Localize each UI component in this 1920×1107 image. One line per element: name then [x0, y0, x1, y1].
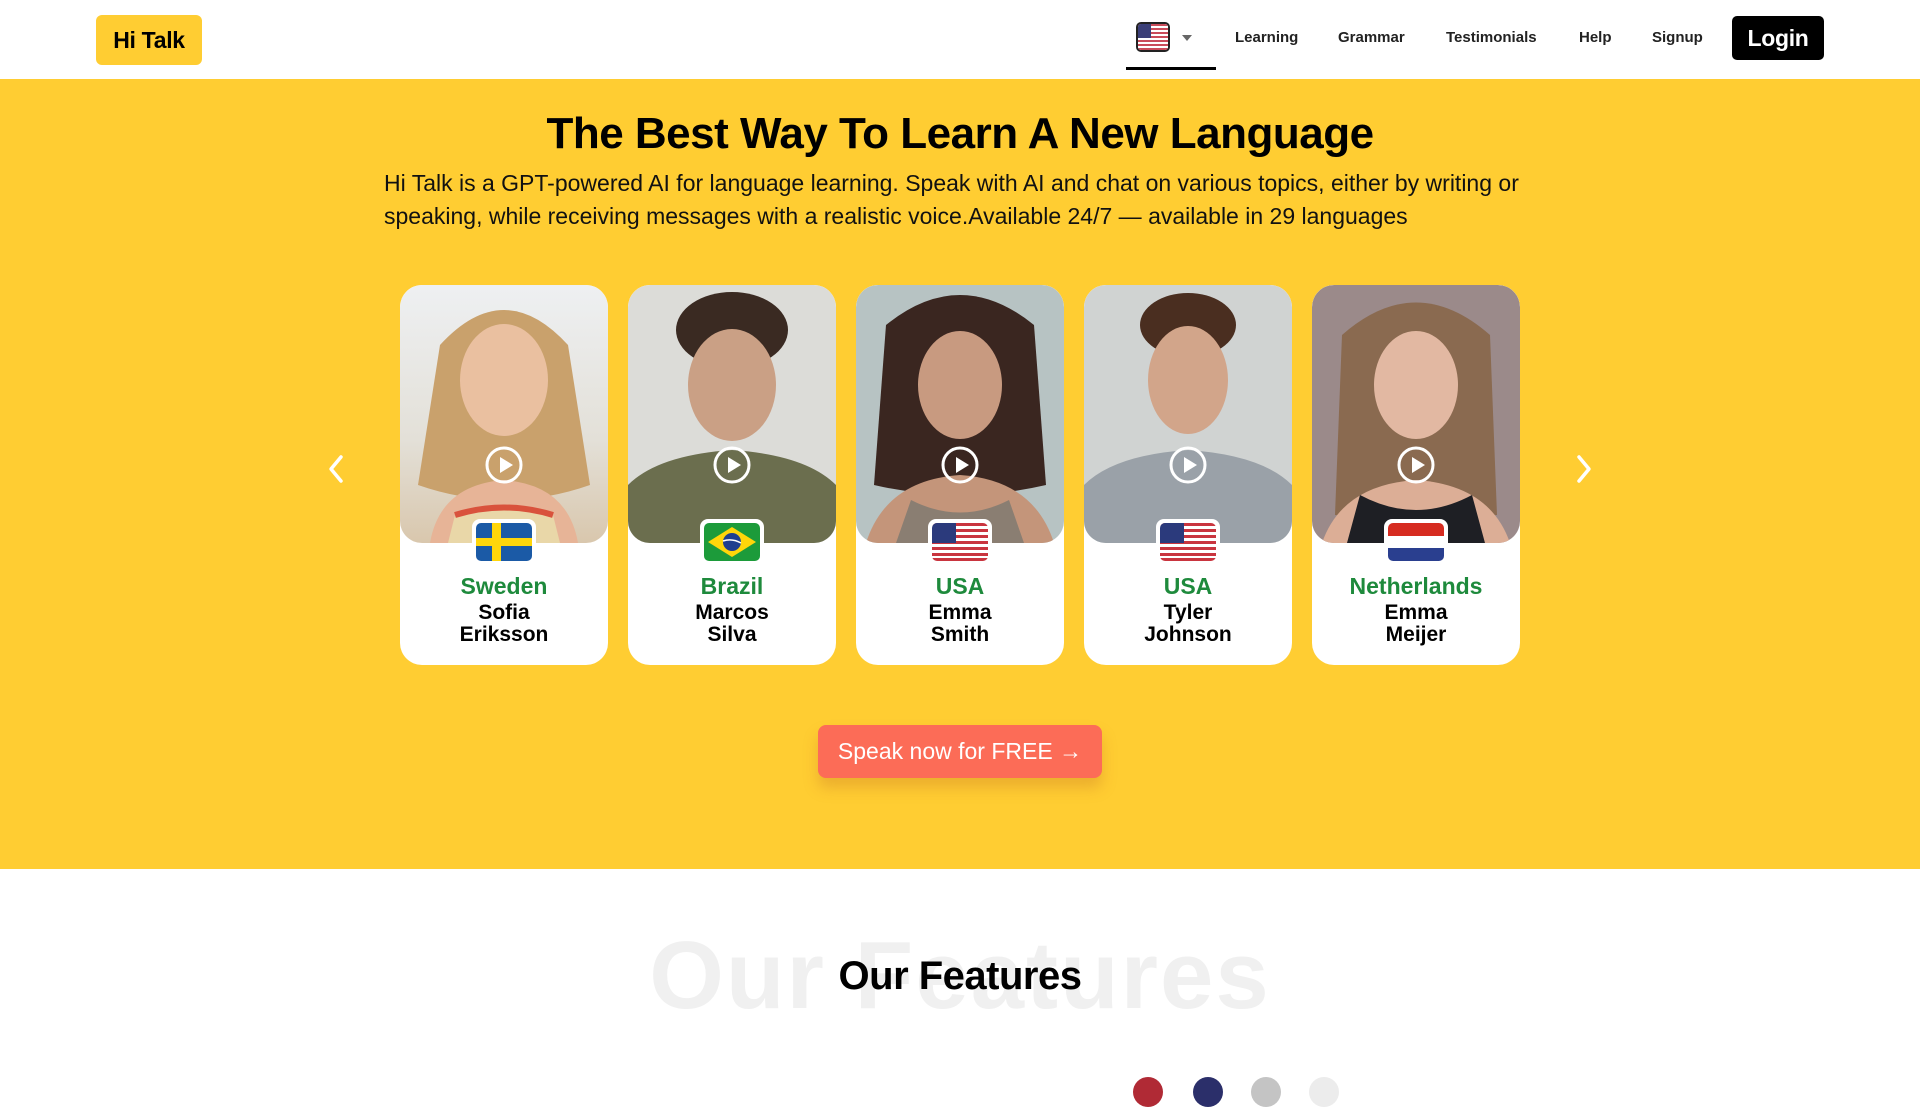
- flag-circle-icon: [1133, 1077, 1163, 1107]
- usa-flag-icon: [928, 519, 992, 565]
- usa-flag-icon: [1136, 22, 1170, 52]
- flag-circle-icon: [1309, 1077, 1339, 1107]
- tutor-first-name: Sofia: [478, 601, 530, 624]
- hero-description: Hi Talk is a GPT-powered AI for language…: [384, 170, 1519, 229]
- active-indicator: [1126, 67, 1216, 70]
- nav-testimonials[interactable]: Testimonials: [1446, 29, 1537, 46]
- tutor-photo: [1084, 285, 1292, 543]
- logo[interactable]: Hi Talk: [96, 15, 202, 65]
- tutor-name: Emma Meijer: [1312, 602, 1520, 646]
- nav-grammar[interactable]: Grammar: [1338, 29, 1405, 46]
- login-button[interactable]: Login: [1732, 16, 1824, 60]
- hero-section: The Best Way To Learn A New Language Hi …: [0, 79, 1920, 869]
- hero-title: The Best Way To Learn A New Language: [546, 109, 1374, 158]
- usa-flag-icon: [1156, 519, 1220, 565]
- tutor-name: Sofia Eriksson: [400, 602, 608, 646]
- tutor-first-name: Emma: [1384, 601, 1448, 624]
- play-icon[interactable]: [712, 445, 752, 485]
- tutor-country: USA: [1163, 573, 1213, 599]
- nav-help[interactable]: Help: [1579, 29, 1612, 46]
- nav-learning[interactable]: Learning: [1235, 29, 1298, 46]
- tutor-photo: [1312, 285, 1520, 543]
- sweden-flag-icon: [472, 519, 536, 565]
- flag-circle-icon: [1251, 1077, 1281, 1107]
- tutor-photo: [628, 285, 836, 543]
- tutor-first-name: Tyler: [1163, 601, 1213, 624]
- tutor-photo: [400, 285, 608, 543]
- tutor-card[interactable]: Brazil Marcos Silva: [628, 285, 836, 665]
- carousel-next-button[interactable]: [1564, 449, 1604, 489]
- netherlands-flag-icon: [1384, 519, 1448, 565]
- tutor-last-name: Meijer: [1385, 623, 1447, 646]
- tutor-card[interactable]: Netherlands Emma Meijer: [1312, 285, 1520, 665]
- play-icon[interactable]: [1396, 445, 1436, 485]
- play-icon[interactable]: [1168, 445, 1208, 485]
- tutor-last-name: Eriksson: [459, 623, 549, 646]
- nav-signup[interactable]: Signup: [1652, 29, 1703, 46]
- play-icon[interactable]: [484, 445, 524, 485]
- play-icon[interactable]: [940, 445, 980, 485]
- tutor-name: Tyler Johnson: [1084, 602, 1292, 646]
- tutor-last-name: Silva: [707, 623, 757, 646]
- tutor-card[interactable]: USA Emma Smith: [856, 285, 1064, 665]
- tutor-last-name: Johnson: [1144, 623, 1232, 646]
- tutor-country: Brazil: [700, 573, 764, 599]
- brazil-flag-icon: [700, 519, 764, 565]
- tutor-card[interactable]: Sweden Sofia Eriksson: [400, 285, 608, 665]
- tutor-country: USA: [935, 573, 985, 599]
- features-section: Our Features Our Features: [0, 869, 1920, 1107]
- tutor-last-name: Smith: [930, 623, 990, 646]
- tutor-first-name: Emma: [928, 601, 992, 624]
- tutor-photo: [856, 285, 1064, 543]
- flag-circle-icon: [1193, 1077, 1223, 1107]
- chevron-right-icon: [1577, 455, 1591, 483]
- tutor-first-name: Marcos: [695, 601, 769, 624]
- tutor-country: Netherlands: [1349, 573, 1483, 599]
- carousel-prev-button[interactable]: [316, 449, 356, 489]
- chevron-down-icon: [1182, 35, 1192, 41]
- tutor-card[interactable]: USA Tyler Johnson: [1084, 285, 1292, 665]
- tutor-name: Marcos Silva: [628, 602, 836, 646]
- chevron-left-icon: [329, 455, 343, 483]
- features-title: Our Features: [838, 954, 1082, 998]
- site-header: Hi Talk Learning Grammar Testimonials He…: [0, 0, 1920, 79]
- tutor-country: Sweden: [460, 573, 548, 599]
- speak-now-button[interactable]: Speak now for FREE →: [818, 725, 1102, 778]
- tutor-name: Emma Smith: [856, 602, 1064, 646]
- language-selector[interactable]: [1126, 14, 1216, 70]
